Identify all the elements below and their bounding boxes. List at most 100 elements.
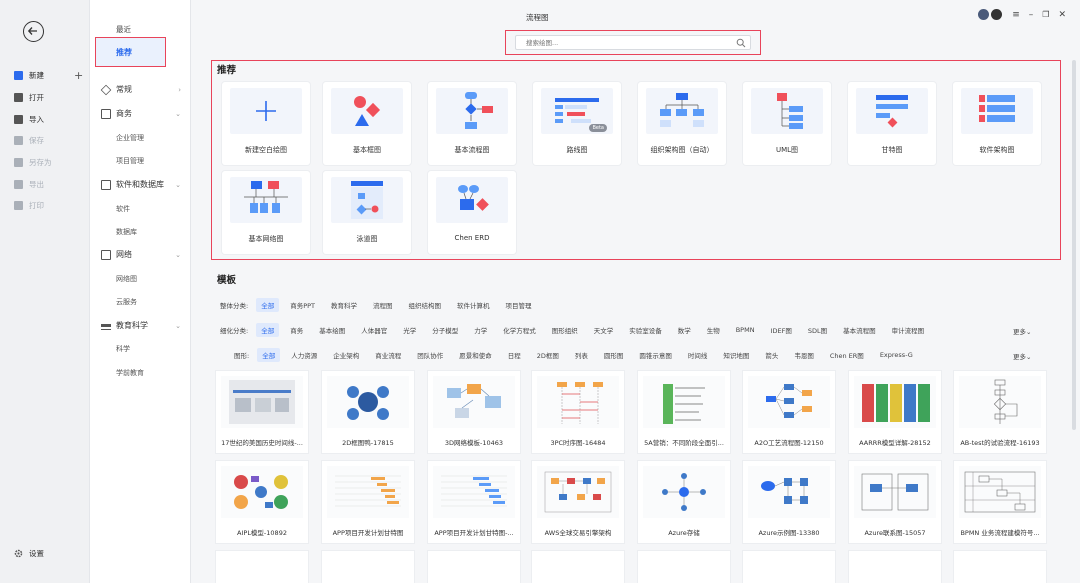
filter-chip[interactable]: 团队协作 bbox=[412, 348, 448, 362]
filter-chip[interactable]: SDL图 bbox=[803, 323, 832, 337]
export-item[interactable]: 导出 bbox=[14, 177, 86, 191]
template-card-chen-erd[interactable]: Chen ERD bbox=[428, 171, 516, 254]
template-card-gantt[interactable]: 甘特图 bbox=[848, 82, 936, 165]
close-icon[interactable]: ✕ bbox=[1058, 10, 1066, 20]
template-card-basic-flowchart[interactable]: 基本流程图 bbox=[428, 82, 516, 165]
nav-category-general[interactable]: 常规 › bbox=[100, 84, 191, 96]
nav-sub-cloud[interactable]: 云服务 bbox=[116, 296, 137, 308]
nav-sub-science[interactable]: 科学 bbox=[116, 343, 130, 355]
template-card-basic-block[interactable]: 基本框图 bbox=[323, 82, 411, 165]
filter-chip[interactable]: 力学 bbox=[469, 323, 492, 337]
filter-chip[interactable]: IDEF图 bbox=[766, 323, 797, 337]
template-card[interactable]: 3PC时序图-16484 bbox=[532, 371, 624, 453]
filter-chip[interactable]: 箭头 bbox=[760, 348, 783, 362]
nav-sub-network-diagram[interactable]: 网络图 bbox=[116, 273, 137, 285]
filter-chip[interactable]: 流程图 bbox=[368, 298, 398, 312]
template-card-swimlane[interactable]: 泳道图 bbox=[323, 171, 411, 254]
print-item[interactable]: 打印 bbox=[14, 198, 86, 212]
scrollbar[interactable] bbox=[1072, 60, 1076, 430]
template-card[interactable]: AARRR模型详解-28152 bbox=[849, 371, 941, 453]
filter-chip[interactable]: 分子模型 bbox=[427, 323, 463, 337]
filter-chip[interactable]: 商务PPT bbox=[285, 298, 320, 312]
filter-chip[interactable]: 人体器官 bbox=[356, 323, 392, 337]
filter-chip[interactable]: 项目管理 bbox=[501, 298, 537, 312]
filter-chip[interactable]: 日程 bbox=[503, 348, 526, 362]
more-shapes-button[interactable]: 更多⌄ bbox=[1013, 351, 1031, 361]
settings-item[interactable]: 设置 bbox=[14, 546, 86, 560]
filter-chip[interactable]: 光学 bbox=[398, 323, 421, 337]
template-card[interactable]: APP项目开发计划甘特图 bbox=[322, 461, 414, 543]
template-card[interactable]: 17世纪的美国历史时间线-... bbox=[216, 371, 308, 453]
template-card-uml[interactable]: UML图 bbox=[743, 82, 831, 165]
open-item[interactable]: 打开 bbox=[14, 90, 86, 104]
nav-category-education[interactable]: 教育科学 ⌄ bbox=[101, 320, 191, 332]
template-card[interactable]: Azure示例图-13380 bbox=[743, 461, 835, 543]
filter-chip[interactable]: 圆形图 bbox=[599, 348, 629, 362]
filter-chip[interactable]: 2D框图 bbox=[532, 348, 564, 362]
template-card-partial[interactable] bbox=[532, 551, 624, 583]
template-card[interactable]: 5A营销：不同阶段全面引... bbox=[638, 371, 730, 453]
template-card-partial[interactable] bbox=[428, 551, 520, 583]
template-card-partial[interactable] bbox=[216, 551, 308, 583]
minimize-icon[interactable]: – bbox=[1029, 10, 1034, 20]
template-card[interactable]: 2D框图鸭-17815 bbox=[322, 371, 414, 453]
template-card[interactable]: Azure存储 bbox=[638, 461, 730, 543]
template-card-basic-network[interactable]: 基本网络图 bbox=[222, 171, 310, 254]
nav-sub-database[interactable]: 数据库 bbox=[116, 226, 137, 238]
filter-chip[interactable]: 商业流程 bbox=[370, 348, 406, 362]
back-button[interactable] bbox=[23, 21, 44, 42]
avatar[interactable] bbox=[978, 9, 990, 20]
save-item[interactable]: 保存 bbox=[14, 133, 86, 147]
template-card-partial[interactable] bbox=[322, 551, 414, 583]
template-card-org-chart[interactable]: 组织架构图（自动） bbox=[638, 82, 726, 165]
template-card[interactable]: A2O工艺流程图-12150 bbox=[743, 371, 835, 453]
filter-chip[interactable]: 人力资源 bbox=[286, 348, 322, 362]
template-card-partial[interactable] bbox=[638, 551, 730, 583]
template-card-blank[interactable]: 新建空白绘图 bbox=[222, 82, 310, 165]
filter-chip[interactable]: 企业架构 bbox=[328, 348, 364, 362]
nav-recommended[interactable]: 推荐 bbox=[95, 37, 166, 67]
filter-chip[interactable]: 数学 bbox=[673, 323, 696, 337]
filter-chip[interactable]: 全部 bbox=[257, 348, 281, 362]
template-card-partial[interactable] bbox=[743, 551, 835, 583]
template-card[interactable]: AB-test的试验流程-16193 bbox=[954, 371, 1046, 453]
save-as-item[interactable]: 另存为 bbox=[14, 155, 86, 169]
filter-chip[interactable]: 韦恩图 bbox=[789, 348, 819, 362]
template-card-roadmap[interactable]: Beta 路线图 bbox=[533, 82, 621, 165]
restore-icon[interactable]: ❐ bbox=[1042, 10, 1049, 19]
nav-recent[interactable]: 最近 bbox=[116, 24, 131, 36]
template-card[interactable]: Azure联系图-15057 bbox=[849, 461, 941, 543]
nav-sub-software[interactable]: 软件 bbox=[116, 203, 130, 215]
user-badge-icon[interactable] bbox=[991, 9, 1003, 20]
import-item[interactable]: 导入 bbox=[14, 112, 86, 126]
template-card[interactable]: BPMN 业务流程建模符号... bbox=[954, 461, 1046, 543]
filter-chip[interactable]: 愿景和使命 bbox=[454, 348, 497, 362]
filter-chip[interactable]: 审计流程图 bbox=[887, 323, 930, 337]
menu-icon[interactable]: ≡ bbox=[1012, 10, 1020, 20]
nav-sub-project[interactable]: 项目管理 bbox=[116, 155, 144, 167]
template-card[interactable]: AIPL模型-10892 bbox=[216, 461, 308, 543]
nav-sub-enterprise[interactable]: 企业管理 bbox=[116, 132, 144, 144]
filter-chip[interactable]: 天文学 bbox=[589, 323, 619, 337]
filter-chip[interactable]: 生物 bbox=[702, 323, 725, 337]
filter-chip[interactable]: 列表 bbox=[570, 348, 593, 362]
template-card[interactable]: APP项目开发计划甘特图-... bbox=[428, 461, 520, 543]
template-card[interactable]: 3D网络模板-10463 bbox=[428, 371, 520, 453]
filter-chip[interactable]: 图形组织 bbox=[547, 323, 583, 337]
template-card-partial[interactable] bbox=[954, 551, 1046, 583]
search-icon[interactable] bbox=[736, 38, 746, 48]
nav-category-network[interactable]: 网络 ⌄ bbox=[101, 249, 191, 261]
filter-chip[interactable]: Chen ER图 bbox=[825, 348, 869, 362]
add-icon[interactable]: + bbox=[74, 69, 83, 82]
filter-chip[interactable]: 实验室设备 bbox=[624, 323, 667, 337]
nav-sub-preschool[interactable]: 学前教育 bbox=[116, 367, 144, 379]
filter-chip[interactable]: 时间线 bbox=[683, 348, 713, 362]
template-card-partial[interactable] bbox=[849, 551, 941, 583]
template-card-software-arch[interactable]: 软件架构图 bbox=[953, 82, 1041, 165]
filter-chip[interactable]: 组织结构图 bbox=[404, 298, 447, 312]
filter-chip[interactable]: 基本绘图 bbox=[314, 323, 350, 337]
search-input[interactable] bbox=[515, 35, 751, 50]
filter-chip[interactable]: BPMN bbox=[731, 324, 760, 336]
filter-chip[interactable]: 软件计算机 bbox=[452, 298, 495, 312]
filter-chip[interactable]: 化学方程式 bbox=[498, 323, 541, 337]
